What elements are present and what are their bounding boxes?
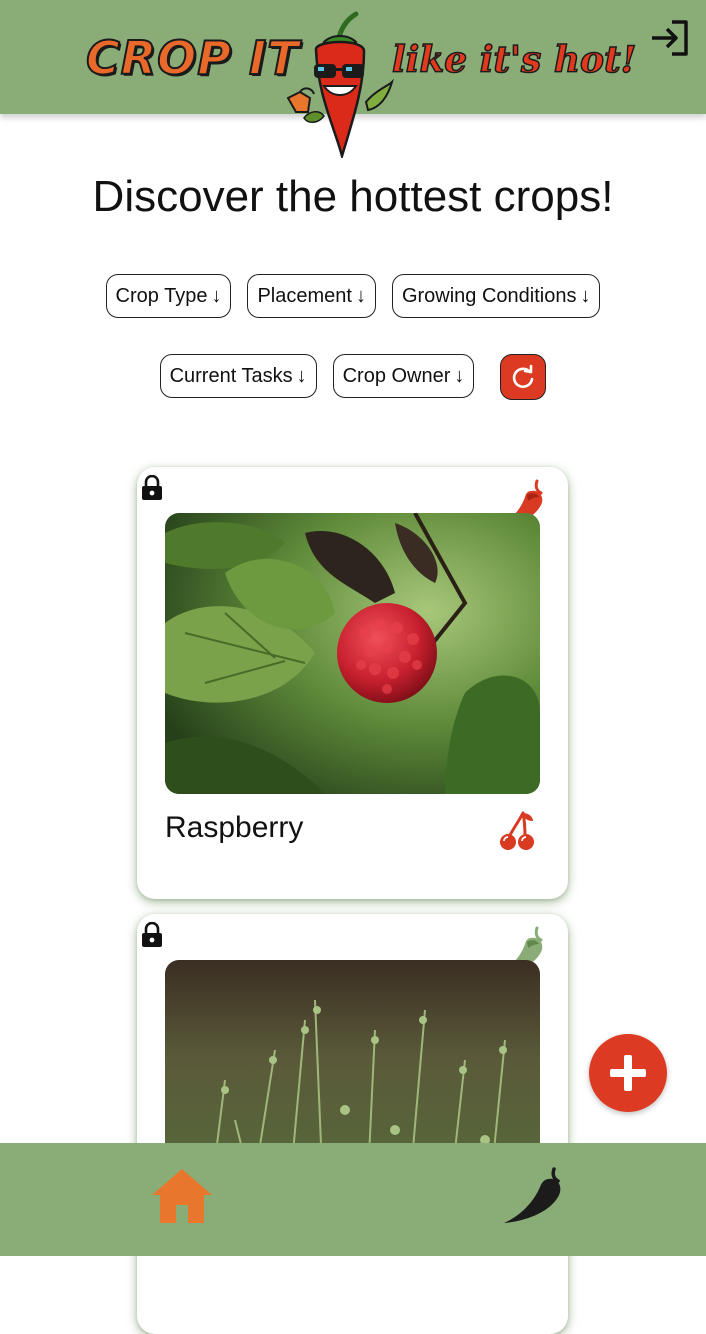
brand-logo-text: CROP IT xyxy=(85,30,300,86)
lock-icon xyxy=(142,475,162,500)
page-title: Discover the hottest crops! xyxy=(92,172,614,221)
filter-label: Growing Conditions xyxy=(401,284,577,307)
filter-label: Crop Type xyxy=(115,284,208,307)
arrow-down-icon: ↓ xyxy=(296,364,307,387)
crop-photo xyxy=(165,513,540,794)
reset-filters-button[interactable] xyxy=(500,354,547,400)
nav-home-button[interactable] xyxy=(150,1167,214,1225)
plus-icon xyxy=(610,1055,646,1091)
filter-row-1: Crop Type ↓ Placement ↓ Growing Conditio… xyxy=(0,274,706,318)
lock-icon xyxy=(142,922,162,947)
pepper-icon xyxy=(504,1167,561,1223)
arrow-down-icon: ↓ xyxy=(454,364,465,387)
brand-tagline: like it's hot! xyxy=(391,38,637,82)
cherry-icon xyxy=(500,811,534,850)
filter-current-tasks-button[interactable]: Current Tasks ↓ xyxy=(159,354,317,398)
crop-card[interactable]: Raspberry xyxy=(137,467,568,899)
filter-row-2: Current Tasks ↓ Crop Owner ↓ xyxy=(0,354,706,400)
nav-crops-button[interactable] xyxy=(502,1165,566,1227)
chili-mascot-icon xyxy=(284,6,396,161)
filter-crop-type-button[interactable]: Crop Type ↓ xyxy=(105,274,232,318)
login-icon xyxy=(652,20,688,56)
arrow-down-icon: ↓ xyxy=(211,284,222,307)
filter-label: Placement xyxy=(257,284,352,307)
filter-label: Current Tasks xyxy=(169,364,293,387)
crop-card[interactable] xyxy=(137,914,568,1334)
refresh-icon xyxy=(513,364,534,389)
arrow-down-icon: ↓ xyxy=(580,284,591,307)
login-button[interactable] xyxy=(648,16,692,60)
home-icon xyxy=(152,1169,212,1223)
filter-placement-button[interactable]: Placement ↓ xyxy=(247,274,376,318)
filter-crop-owner-button[interactable]: Crop Owner ↓ xyxy=(332,354,475,398)
filter-label: Crop Owner xyxy=(342,364,451,387)
add-crop-button[interactable] xyxy=(589,1034,667,1112)
crop-name: Raspberry xyxy=(165,811,304,844)
arrow-down-icon: ↓ xyxy=(355,284,366,307)
filter-growing-conditions-button[interactable]: Growing Conditions ↓ xyxy=(391,274,601,318)
bottom-nav xyxy=(0,1143,706,1256)
